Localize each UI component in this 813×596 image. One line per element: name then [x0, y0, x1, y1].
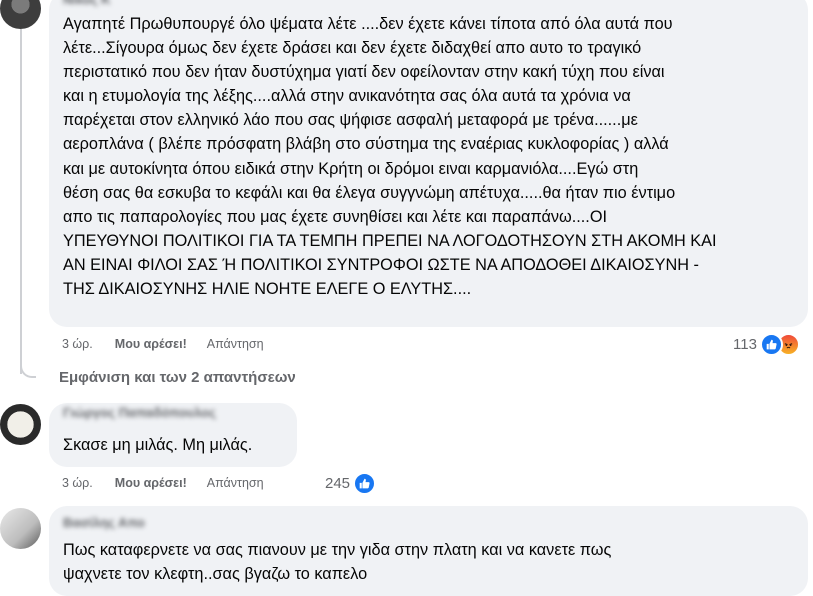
comment-timestamp[interactable]: 3 ώρ.	[62, 337, 93, 351]
reaction-summary[interactable]: 245	[325, 472, 377, 495]
like-icon	[353, 472, 377, 495]
reaction-summary[interactable]: 113	[733, 333, 800, 356]
comment-text: Αγαπητέ Πρωθυπουργέ όλο ψέματα λέτε ....…	[63, 15, 717, 299]
like-button[interactable]: Μου αρέσει!	[115, 476, 187, 490]
reply-button[interactable]: Απάντηση	[207, 476, 264, 490]
thread-line	[20, 29, 22, 374]
avatar[interactable]	[0, 404, 41, 445]
comment-author[interactable]: Νίκος Κ	[63, 0, 794, 8]
comment-actions: 3 ώρ. Μου αρέσει! Απάντηση	[62, 474, 264, 492]
view-replies-link[interactable]: Εμφάνιση και των 2 απαντήσεων	[59, 369, 296, 386]
comment-text: Πως καταφερνετε να σας πιανουν με την γι…	[63, 541, 612, 584]
comment-text: Σκασε μη μιλάς. Μη μιλάς.	[63, 436, 253, 454]
like-icon	[759, 333, 783, 356]
comment-actions: 3 ώρ. Μου αρέσει! Απάντηση	[62, 335, 264, 353]
comment-author[interactable]: Βασίλης Απο	[63, 515, 794, 531]
reply-button[interactable]: Απάντηση	[207, 337, 264, 351]
comment-author[interactable]: Γιώργος Παπαδόπουλος	[63, 405, 283, 421]
comment-bubble: Βασίλης Απο Πως καταφερνετε να σας πιανο…	[49, 506, 808, 596]
like-button[interactable]: Μου αρέσει!	[115, 337, 187, 351]
comment-bubble: Γιώργος Παπαδόπουλος Σκασε μη μιλάς. Μη …	[49, 403, 297, 467]
reaction-count: 113	[733, 336, 757, 353]
reaction-count: 245	[325, 475, 351, 492]
thread-line-curve	[20, 362, 36, 378]
comment-timestamp[interactable]: 3 ώρ.	[62, 476, 93, 490]
avatar[interactable]	[0, 508, 41, 549]
avatar[interactable]	[0, 0, 41, 29]
comment-bubble: Νίκος Κ Αγαπητέ Πρωθυπουργέ όλο ψέματα λ…	[49, 0, 808, 327]
